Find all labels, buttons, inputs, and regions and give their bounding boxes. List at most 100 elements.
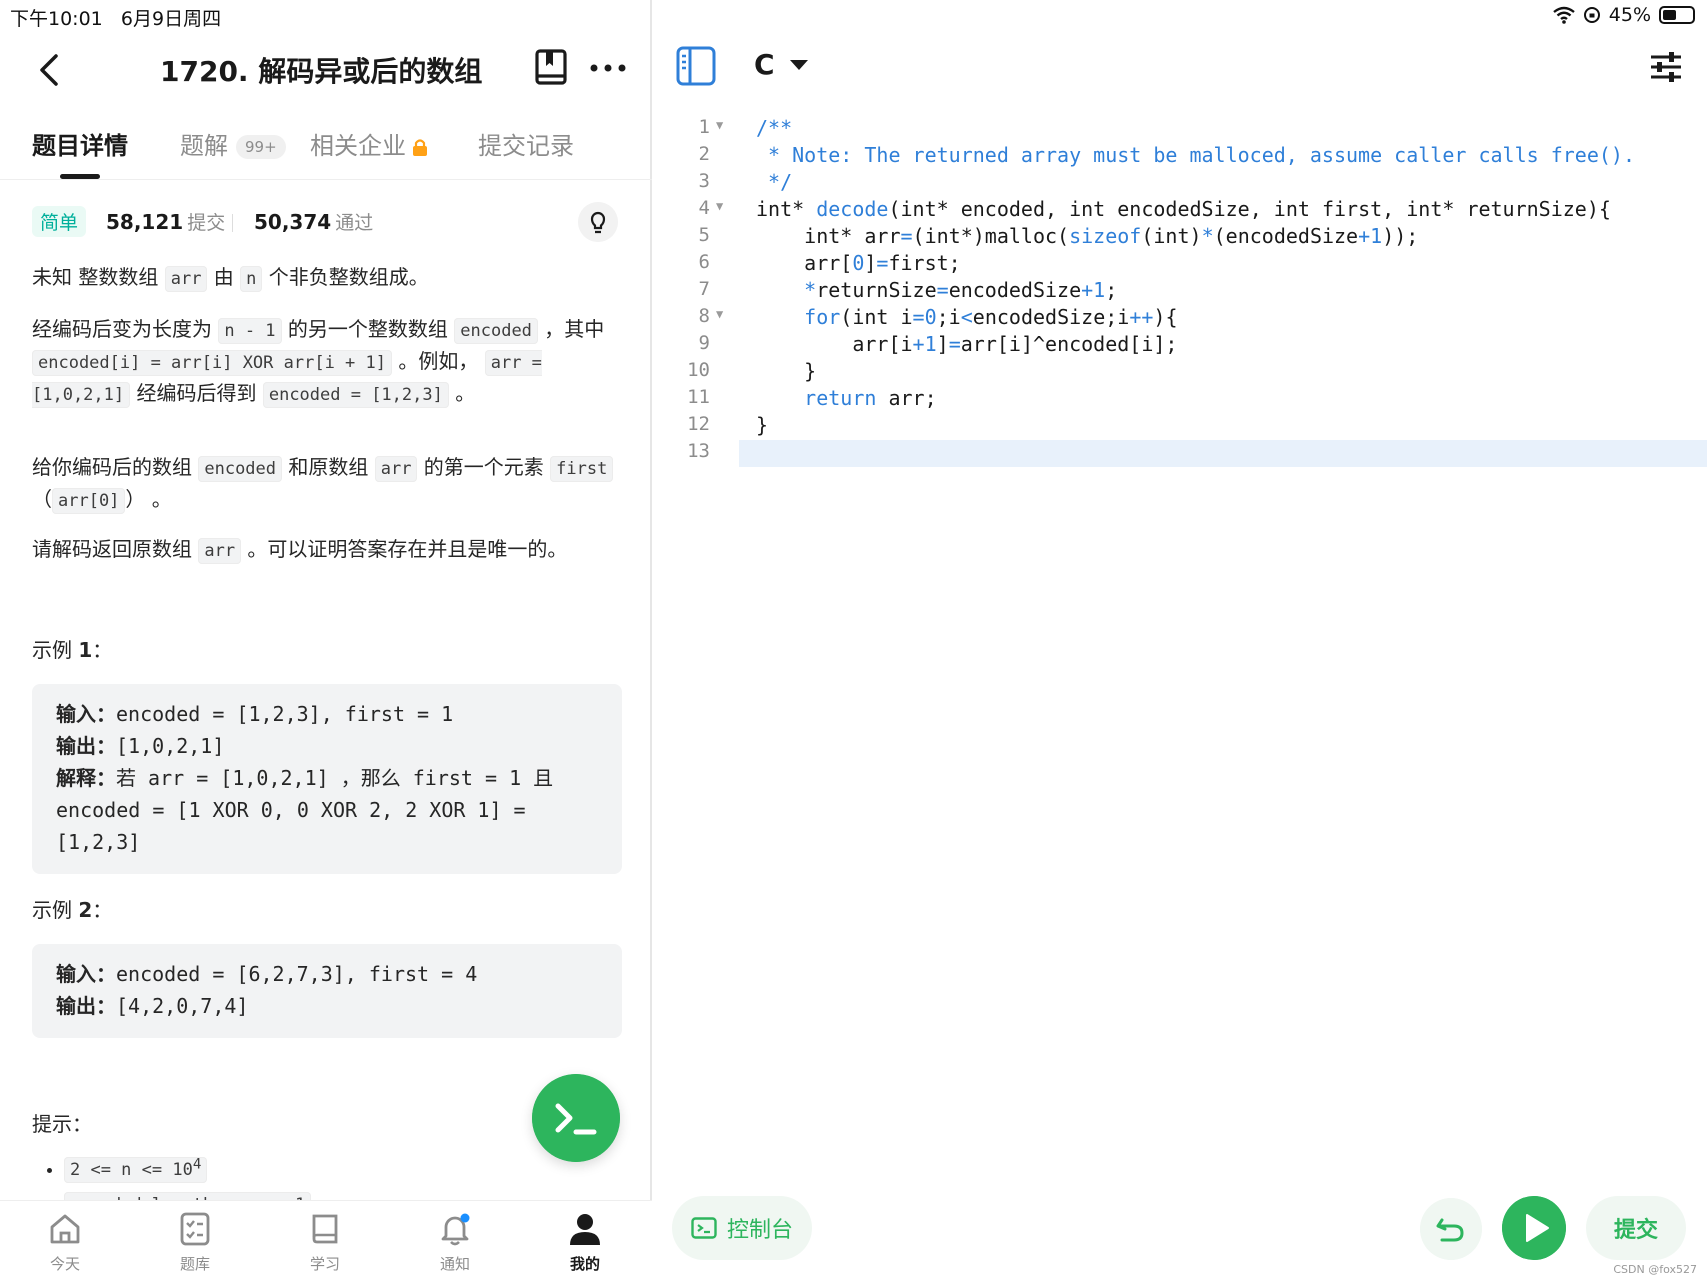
code-line[interactable]: } [654,413,1707,440]
explain-label: 解释： [56,766,116,790]
active-tab-indicator [60,174,100,179]
example-1-title: 示例 1： [32,634,112,663]
inline-code: n [240,266,263,292]
run-button[interactable] [1502,1196,1566,1260]
hint-bulb-icon[interactable] [578,202,618,242]
accepted-count: 50,374 [254,210,332,234]
description-paragraph-2: 经编码后变为长度为 n - 1 的另一个整数数组 encoded ，其中 enc… [32,314,622,410]
description-paragraph-4: 请解码返回原数组 arr 。可以证明答案存在并且是唯一的。 [32,534,622,566]
example-2-box: 输入：encoded = [6,2,7,3], first = 4 输出：[4,… [32,944,622,1038]
input-label: 输入： [56,702,116,726]
submit-button[interactable]: 提交 [1586,1196,1686,1260]
back-button[interactable] [30,48,70,92]
accepted-stat: 50,374 通过 [254,208,373,235]
inline-code: encoded [198,456,283,482]
sidebar-toggle-icon[interactable] [676,46,716,86]
hint-item: 2 <= n <= 104 [64,1156,604,1183]
solutions-count-badge: 99+ [236,135,286,159]
book-icon [312,1214,338,1244]
accepted-label: 通过 [335,212,374,234]
code-line[interactable]: for(int i=0;i<encodedSize;i++){ [654,305,1707,332]
meta-divider [232,214,233,232]
code-line[interactable]: arr[i+1]=arr[i]^encoded[i]; [654,332,1707,359]
profile-icon [570,1214,600,1245]
console-button[interactable]: 控制台 [672,1196,812,1260]
notebook-icon[interactable] [534,48,568,88]
lock-icon [413,139,427,156]
more-options-icon[interactable] [588,58,628,78]
code-line[interactable]: /** [654,116,1707,143]
example-input-line: 输入：encoded = [6,2,7,3], first = 4 [56,958,598,990]
example-explain-line: encoded = [1 XOR 0, 0 XOR 2, 2 XOR 1] = [56,798,526,822]
code-line[interactable]: arr[0]=first; [654,251,1707,278]
problem-meta: 简单 58,121 提交 50,374 通过 [32,202,622,242]
code-line[interactable]: int* arr=(int*)malloc(sizeof(int)*(encod… [654,224,1707,251]
code-editor[interactable]: 1 ▼ 2 3 4 ▼ 5 6 7 8 ▼ 9 10 11 12 13 /** * Note: The ret… [654,116,1707,476]
code-line[interactable]: return arr; [654,386,1707,413]
language-selector[interactable]: C [754,48,809,81]
bottom-nav-profile[interactable]: 我的 [540,1211,630,1274]
desc-text: ） 。 [125,487,172,511]
home-icon [50,1214,80,1244]
desc-text: 请解码返回原数组 [32,537,199,561]
output-value: [1,0,2,1] [116,734,225,758]
code-line[interactable]: */ [654,170,1707,197]
inline-code: arr[0] [52,488,126,514]
hint-text: 2 <= n <= 10 [70,1159,193,1180]
desc-text: 。 [448,381,476,405]
hints-list: 2 <= n <= 104 encoded.length == n - 1 [64,1156,604,1200]
watermark: CSDN @fox527 [1613,1263,1697,1276]
problem-tabs: 题目详情 题解 99+ 相关企业 提交记录 [0,120,652,180]
example-title-text: 示例 [32,898,79,922]
example-input-line: 输入：encoded = [1,2,3], first = 1 [56,698,598,730]
page-title: 1720. 解码异或后的数组 [160,55,483,88]
example-title-text: 示例 [32,638,79,662]
language-label: C [754,48,775,81]
tab-companies[interactable]: 相关企业 [310,126,428,161]
difficulty-badge: 简单 [32,206,87,237]
current-line-highlight[interactable] [739,440,1707,467]
code-line[interactable]: } [654,359,1707,386]
example-explain-line: [1,2,3] [56,830,141,854]
inline-code: first [550,456,614,482]
hints-clip: 2 <= n <= 104 encoded.length == n - 1 [0,1150,650,1200]
tab-submissions[interactable]: 提交记录 [478,126,574,161]
desc-text: （ [32,487,52,511]
undo-button[interactable] [1420,1198,1482,1260]
console-label: 控制台 [726,1218,793,1243]
bottom-nav-today[interactable]: 今天 [20,1211,110,1274]
input-label: 输入： [56,962,116,986]
editor-settings-icon[interactable] [1649,50,1683,84]
problem-list-icon [180,1212,210,1246]
example-output-line: 输出：[1,0,2,1] [56,730,598,762]
desc-text: 的第一个元素 [417,455,551,479]
inline-code: encoded[i] = arr[i] XOR arr[i + 1] [32,350,392,376]
code-line[interactable]: int* decode(int* encoded, int encodedSiz… [654,197,1707,224]
tab-solutions[interactable]: 题解 99+ [180,126,286,161]
example-title-colon: ： [92,638,113,662]
bottom-nav-study[interactable]: 学习 [280,1211,370,1274]
line-number: 13 [687,440,710,462]
code-line[interactable]: * Note: The returned array must be mallo… [654,143,1707,170]
output-value: [4,2,0,7,4] [116,994,249,1018]
code-line[interactable]: *returnSize=encodedSize+1; [654,278,1707,305]
description-paragraph-3: 给你编码后的数组 encoded 和原数组 arr 的第一个元素 first （… [32,452,622,516]
input-value: encoded = [1,2,3], first = 1 [116,702,454,726]
desc-text: ，其中 [537,317,605,341]
inline-code: arr [164,266,208,292]
bottom-nav-notifications[interactable]: 通知 [410,1211,500,1274]
desc-text: 经编码后变为长度为 [32,317,219,341]
bottom-nav-problems[interactable]: 题库 [150,1211,240,1274]
inline-code: arr [198,538,242,564]
output-label: 输出： [56,734,116,758]
inline-code: arr [374,456,418,482]
submission-count: 58,121 [106,210,184,234]
example-2-title: 示例 2： [32,894,112,923]
bottom-nav-label: 题库 [179,1255,210,1273]
tab-description[interactable]: 题目详情 [32,126,128,161]
desc-text: 给你编码后的数组 [32,455,199,479]
desc-text: 经编码后得到 [130,381,263,405]
desc-text: 个非负整数组成。 [262,265,429,289]
bottom-navigation: 今天 题库 学习 通知 我的 [0,1200,652,1280]
console-fab-button[interactable] [532,1074,620,1162]
